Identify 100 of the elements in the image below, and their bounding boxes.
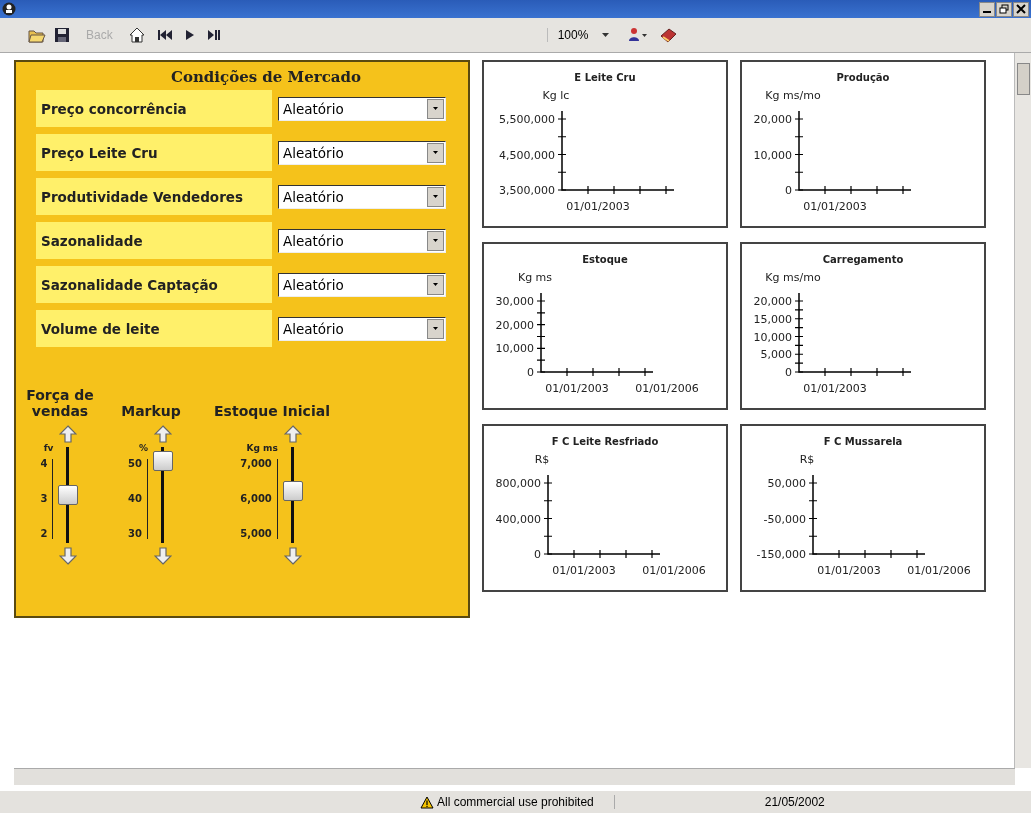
x-tick-label: 01/01/2006	[907, 564, 971, 577]
up-arrow-icon[interactable]	[59, 425, 78, 443]
parameter-label: Volume de leite	[36, 310, 272, 347]
down-arrow-icon[interactable]	[59, 547, 78, 565]
y-tick-label: 10,000	[753, 330, 792, 344]
down-arrow-icon[interactable]	[153, 547, 172, 565]
y-tick-label: 800,000	[495, 477, 541, 490]
tick-label: 30	[128, 529, 142, 539]
app-icon	[2, 2, 16, 16]
open-folder-icon[interactable]	[28, 27, 46, 43]
status-date: 21/05/2002	[763, 795, 826, 809]
dropdown[interactable]: Aleatório	[278, 184, 446, 209]
y-tick-label: 4,500,000	[499, 148, 555, 162]
y-tick-label: 5,000	[760, 348, 792, 362]
y-tick-label: 20,000	[753, 295, 792, 308]
chart-title: Carregamento	[822, 254, 904, 265]
y-tick-label: 0	[527, 366, 534, 379]
dropdown[interactable]: Aleatório	[278, 228, 446, 253]
slider-thumb[interactable]	[282, 481, 303, 502]
x-tick-label: 01/01/2003	[803, 382, 867, 395]
caret-icon	[602, 33, 610, 37]
tick-label: 5,000	[240, 529, 272, 539]
dropdown[interactable]: Aleatório	[278, 140, 446, 165]
minimize-button[interactable]	[979, 1, 995, 17]
parameter-label: Produtividade Vendedores	[36, 178, 272, 215]
y-tick-label: 20,000	[495, 318, 534, 332]
save-icon[interactable]	[54, 27, 70, 43]
parameter-label: Preço Leite Cru	[36, 134, 272, 171]
axis-unit: Kg lc	[542, 89, 570, 102]
y-tick-label: 20,000	[753, 113, 792, 126]
dropdown[interactable]: Aleatório	[278, 316, 446, 341]
caret-icon	[433, 107, 438, 110]
y-tick-label: 15,000	[753, 312, 792, 326]
parameter-label: Sazonalidade Captação	[36, 266, 272, 303]
tick-label: 4	[40, 459, 48, 469]
step-forward-icon[interactable]	[206, 29, 221, 41]
caret-icon	[433, 151, 438, 154]
down-arrow-icon[interactable]	[283, 547, 302, 565]
chart-title: F C Leite Resfriado	[551, 436, 659, 447]
x-tick-label: 01/01/2006	[635, 382, 699, 395]
axis-unit: R$	[799, 453, 815, 466]
y-tick-label: 10,000	[495, 342, 534, 356]
x-tick-label: 01/01/2003	[817, 564, 881, 577]
first-icon[interactable]	[156, 29, 173, 41]
zoom-dropdown[interactable]: 100%	[546, 28, 620, 42]
y-tick-label: 3,500,000	[499, 184, 555, 197]
caret-icon	[433, 239, 438, 242]
play-icon[interactable]	[184, 29, 195, 41]
y-tick-label: 5,500,000	[499, 113, 555, 126]
y-tick-label: -50,000	[763, 512, 806, 526]
axis-unit: Kg ms/mo	[765, 89, 821, 102]
status-text: All commercial use prohibited	[437, 795, 615, 809]
parameter-label: Sazonalidade	[36, 222, 272, 259]
dropdown[interactable]: Aleatório	[278, 96, 446, 121]
slider-thumb[interactable]	[152, 450, 173, 471]
slider-title: Estoque Inicial	[213, 403, 331, 419]
x-tick-label: 01/01/2006	[642, 564, 706, 577]
unit-label: %	[138, 443, 148, 453]
person-icon[interactable]	[627, 27, 648, 43]
up-arrow-icon[interactable]	[283, 425, 302, 443]
horizontal-scrollbar[interactable]	[14, 768, 1015, 785]
x-tick-label: 01/01/2003	[545, 382, 609, 395]
minimize-icon	[983, 11, 991, 13]
y-tick-label: 50,000	[767, 477, 806, 490]
close-button[interactable]	[1013, 1, 1029, 17]
vertical-scrollbar[interactable]	[1014, 53, 1031, 768]
restore-icon	[999, 4, 1009, 14]
chart-title: F C Mussarela	[823, 436, 903, 447]
chart-title: Produção	[836, 72, 890, 83]
axis-unit: Kg ms	[517, 271, 553, 284]
x-tick-label: 01/01/2003	[552, 564, 616, 577]
slider-title: Força de vendas	[25, 387, 95, 419]
y-tick-label: 0	[785, 184, 792, 197]
y-tick-label: 0	[534, 548, 541, 561]
axis-unit: Kg ms/mo	[765, 271, 821, 284]
caret-icon	[433, 195, 438, 198]
y-tick-label: -150,000	[756, 548, 806, 561]
dropdown[interactable]: Aleatório	[278, 272, 446, 297]
restore-button[interactable]	[996, 1, 1012, 17]
caret-icon	[433, 283, 438, 286]
up-arrow-icon[interactable]	[153, 425, 172, 443]
unit-label: fv	[43, 443, 54, 453]
tick-label: 6,000	[240, 494, 272, 504]
home-icon[interactable]	[128, 27, 145, 43]
tick-label: 3	[40, 494, 48, 504]
book-icon[interactable]	[659, 27, 678, 43]
x-tick-label: 01/01/2003	[803, 200, 867, 213]
parameter-label: Preço concorrência	[36, 90, 272, 127]
y-tick-label: 30,000	[495, 295, 534, 308]
y-tick-label: 10,000	[753, 148, 792, 162]
slider-title: Markup	[120, 403, 182, 419]
x-tick-label: 01/01/2003	[566, 200, 630, 213]
chart-title: E Leite Cru	[574, 72, 636, 83]
panel-title: Condições de Mercado	[169, 68, 362, 86]
tick-label: 7,000	[240, 459, 272, 469]
chart-title: Estoque	[582, 254, 628, 265]
close-icon	[1016, 4, 1026, 14]
tick-label: 40	[128, 494, 142, 504]
unit-label: Kg ms	[246, 443, 278, 453]
slider-thumb[interactable]	[58, 485, 79, 505]
